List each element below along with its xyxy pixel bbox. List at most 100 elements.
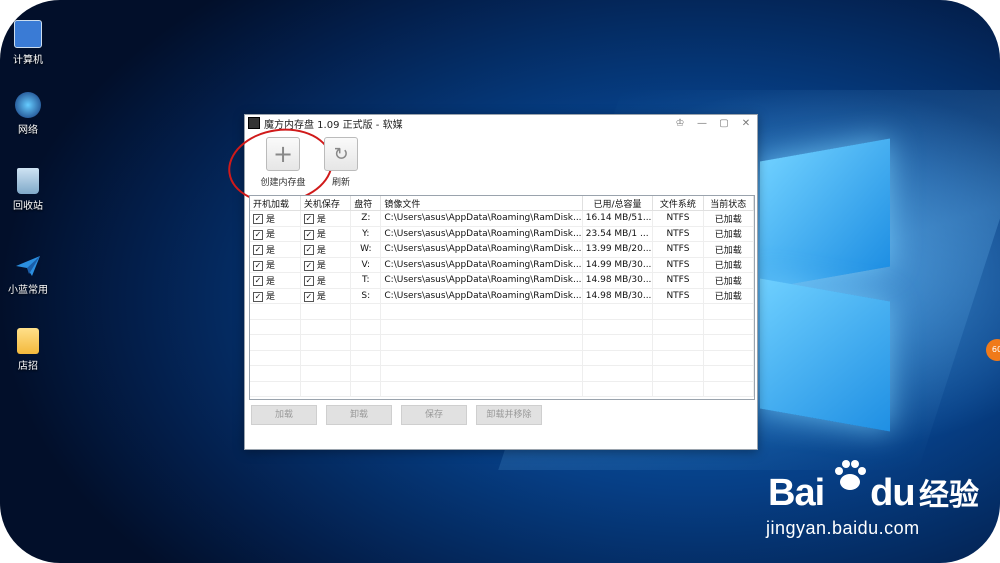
cell-load[interactable]: ✓ 是: [250, 257, 301, 273]
ramdisk-window: 魔方内存盘 1.09 正式版 - 软媒 ♔ — ▢ ✕ + 创建内存盘 ↻ 刷新…: [223, 114, 758, 450]
windows-logo-pane: [760, 138, 890, 290]
empty-row: [250, 350, 754, 366]
cell-fs-text: NTFS: [666, 213, 690, 224]
desktop-icon-network[interactable]: 网络: [5, 92, 51, 136]
desktop-icon-recycle-bin[interactable]: 回收站: [5, 168, 51, 212]
checkbox-icon[interactable]: ✓: [253, 245, 263, 256]
cell-load[interactable]: ✓ 是: [250, 241, 301, 258]
cell-drive-text: W:: [360, 244, 372, 255]
column-header[interactable]: 镜像文件: [380, 196, 583, 211]
table-row[interactable]: ✓ 是 ✓ 是 Y: C:\Users\asus\AppData\Roaming\RamD…: [250, 226, 754, 242]
cell-drive-text: Y:: [362, 228, 370, 239]
desktop-icon-xiaolan[interactable]: 小蓝常用: [5, 252, 51, 296]
column-header[interactable]: 开机加载: [250, 196, 301, 211]
cell-usage: 14.98 MB/30...: [582, 272, 654, 289]
cell-fs-text: NTFS: [666, 259, 690, 270]
cell-image: C:\Users\asus\AppData\Roaming\RamDisk...: [380, 241, 583, 258]
checkbox-icon[interactable]: ✓: [253, 229, 263, 240]
checkbox-icon[interactable]: ✓: [253, 291, 263, 302]
skin-icon[interactable]: ♔: [669, 118, 691, 129]
watermark-url: jingyan.baidu.com: [766, 518, 920, 538]
table-row[interactable]: ✓ 是 ✓ 是 Z: C:\Users\asus\AppData\Roaming\RamD…: [250, 210, 754, 227]
checkbox-icon[interactable]: ✓: [253, 260, 263, 271]
cell-load-text: 是: [266, 276, 276, 287]
cell-save[interactable]: ✓ 是: [300, 257, 352, 273]
checkbox-icon[interactable]: ✓: [303, 214, 314, 225]
checkbox-icon[interactable]: ✓: [303, 229, 314, 240]
window-titlebar[interactable]: 魔方内存盘 1.09 正式版 - 软媒 ♔ — ▢ ✕: [245, 115, 757, 131]
cell-fs-text: NTFS: [666, 228, 690, 239]
unload-button[interactable]: 卸载: [326, 405, 392, 425]
cell-drive-text: V:: [361, 259, 371, 270]
app-icon: [248, 117, 260, 129]
cell-fs: NTFS: [652, 241, 704, 258]
cell-save[interactable]: ✓ 是: [300, 210, 352, 227]
checkbox-icon[interactable]: ✓: [253, 214, 263, 225]
watermark-du: du: [870, 472, 915, 514]
cell-status: 已加载: [703, 272, 754, 289]
baidu-watermark: Bai du 经验 jingyan.baidu.com: [766, 470, 979, 538]
window-title: 魔方内存盘 1.09 正式版 - 软媒: [264, 119, 403, 131]
cell-fs-text: NTFS: [666, 244, 690, 255]
cell-drive: Y:: [350, 226, 382, 242]
ramdisk-table[interactable]: 开机加载 关机保存 盘符 镜像文件 已用/总容量 文件系统 当前状态 ✓ 是 ✓ 是 Z…: [249, 195, 755, 400]
column-header[interactable]: 文件系统: [652, 196, 704, 211]
cell-fs: NTFS: [652, 210, 704, 227]
table-row[interactable]: ✓ 是 ✓ 是 S: C:\Users\asus\AppData\Roaming\RamD…: [250, 288, 754, 304]
cell-image-text: C:\Users\asus\AppData\Roaming\RamDisk...: [384, 228, 582, 239]
checkbox-icon[interactable]: ✓: [303, 245, 314, 256]
table-row[interactable]: ✓ 是 ✓ 是 T: C:\Users\asus\AppData\Roaming\RamD…: [250, 272, 754, 289]
refresh-label: 刷新: [331, 178, 350, 188]
cell-load-text: 是: [266, 230, 276, 241]
column-header[interactable]: 盘符: [350, 196, 382, 211]
cell-save[interactable]: ✓ 是: [300, 241, 352, 258]
minimize-icon[interactable]: —: [691, 118, 713, 129]
cell-save[interactable]: ✓ 是: [300, 288, 352, 304]
cell-status-text: 已加载: [714, 276, 742, 287]
cell-drive: V:: [350, 257, 382, 273]
desktop-icon-label: 网络: [18, 125, 38, 136]
save-button[interactable]: 保存: [401, 405, 467, 425]
watermark-bai: Bai: [768, 472, 825, 514]
cell-save-text: 是: [316, 276, 326, 287]
cell-save[interactable]: ✓ 是: [300, 272, 352, 289]
column-header[interactable]: 已用/总容量: [582, 196, 654, 211]
table-row[interactable]: ✓ 是 ✓ 是 V: C:\Users\asus\AppData\Roaming\RamD…: [250, 257, 754, 273]
desktop-icon-dianzhao[interactable]: 店招: [5, 328, 51, 372]
cell-load[interactable]: ✓ 是: [250, 210, 301, 227]
checkbox-icon[interactable]: ✓: [303, 276, 314, 287]
checkbox-icon[interactable]: ✓: [303, 291, 314, 302]
desktop-icon-computer[interactable]: 计算机: [5, 20, 51, 66]
cell-save-text: 是: [316, 214, 326, 225]
checkbox-icon[interactable]: ✓: [253, 276, 263, 287]
floating-badge-icon[interactable]: 60: [986, 339, 1000, 361]
cell-save[interactable]: ✓ 是: [300, 226, 352, 242]
cell-usage: 13.99 MB/20...: [582, 241, 654, 258]
cell-usage: 23.54 MB/1 ...: [582, 226, 654, 242]
checkbox-icon[interactable]: ✓: [303, 260, 314, 271]
cell-load[interactable]: ✓ 是: [250, 272, 301, 289]
refresh-icon: ↻: [324, 137, 358, 171]
empty-row: [250, 334, 754, 351]
cell-status: 已加载: [703, 288, 754, 304]
refresh-button[interactable]: ↻ 刷新: [309, 137, 373, 188]
cell-usage-text: 14.98 MB/30...: [585, 290, 652, 301]
cell-status-text: 已加载: [714, 245, 742, 256]
cell-usage-text: 14.98 MB/30...: [585, 275, 652, 286]
cell-drive-text: T:: [362, 275, 370, 286]
cell-fs-text: NTFS: [666, 290, 690, 301]
table-row[interactable]: ✓ 是 ✓ 是 W: C:\Users\asus\AppData\Roaming\RamD…: [250, 241, 754, 258]
create-ramdisk-button[interactable]: + 创建内存盘: [223, 122, 338, 210]
close-icon[interactable]: ✕: [735, 118, 757, 129]
column-header[interactable]: 当前状态: [703, 196, 754, 211]
cell-image: C:\Users\asus\AppData\Roaming\RamDisk...: [380, 210, 583, 227]
cell-load[interactable]: ✓ 是: [250, 288, 301, 304]
cell-load[interactable]: ✓ 是: [250, 226, 301, 242]
column-header[interactable]: 关机保存: [300, 196, 352, 211]
maximize-icon[interactable]: ▢: [713, 118, 735, 129]
unload-remove-button[interactable]: 卸载并移除: [476, 405, 542, 425]
cell-save-text: 是: [316, 261, 326, 272]
desktop-icon-label: 计算机: [13, 55, 43, 66]
cell-save-text: 是: [316, 292, 326, 303]
load-button[interactable]: 加载: [251, 405, 317, 425]
